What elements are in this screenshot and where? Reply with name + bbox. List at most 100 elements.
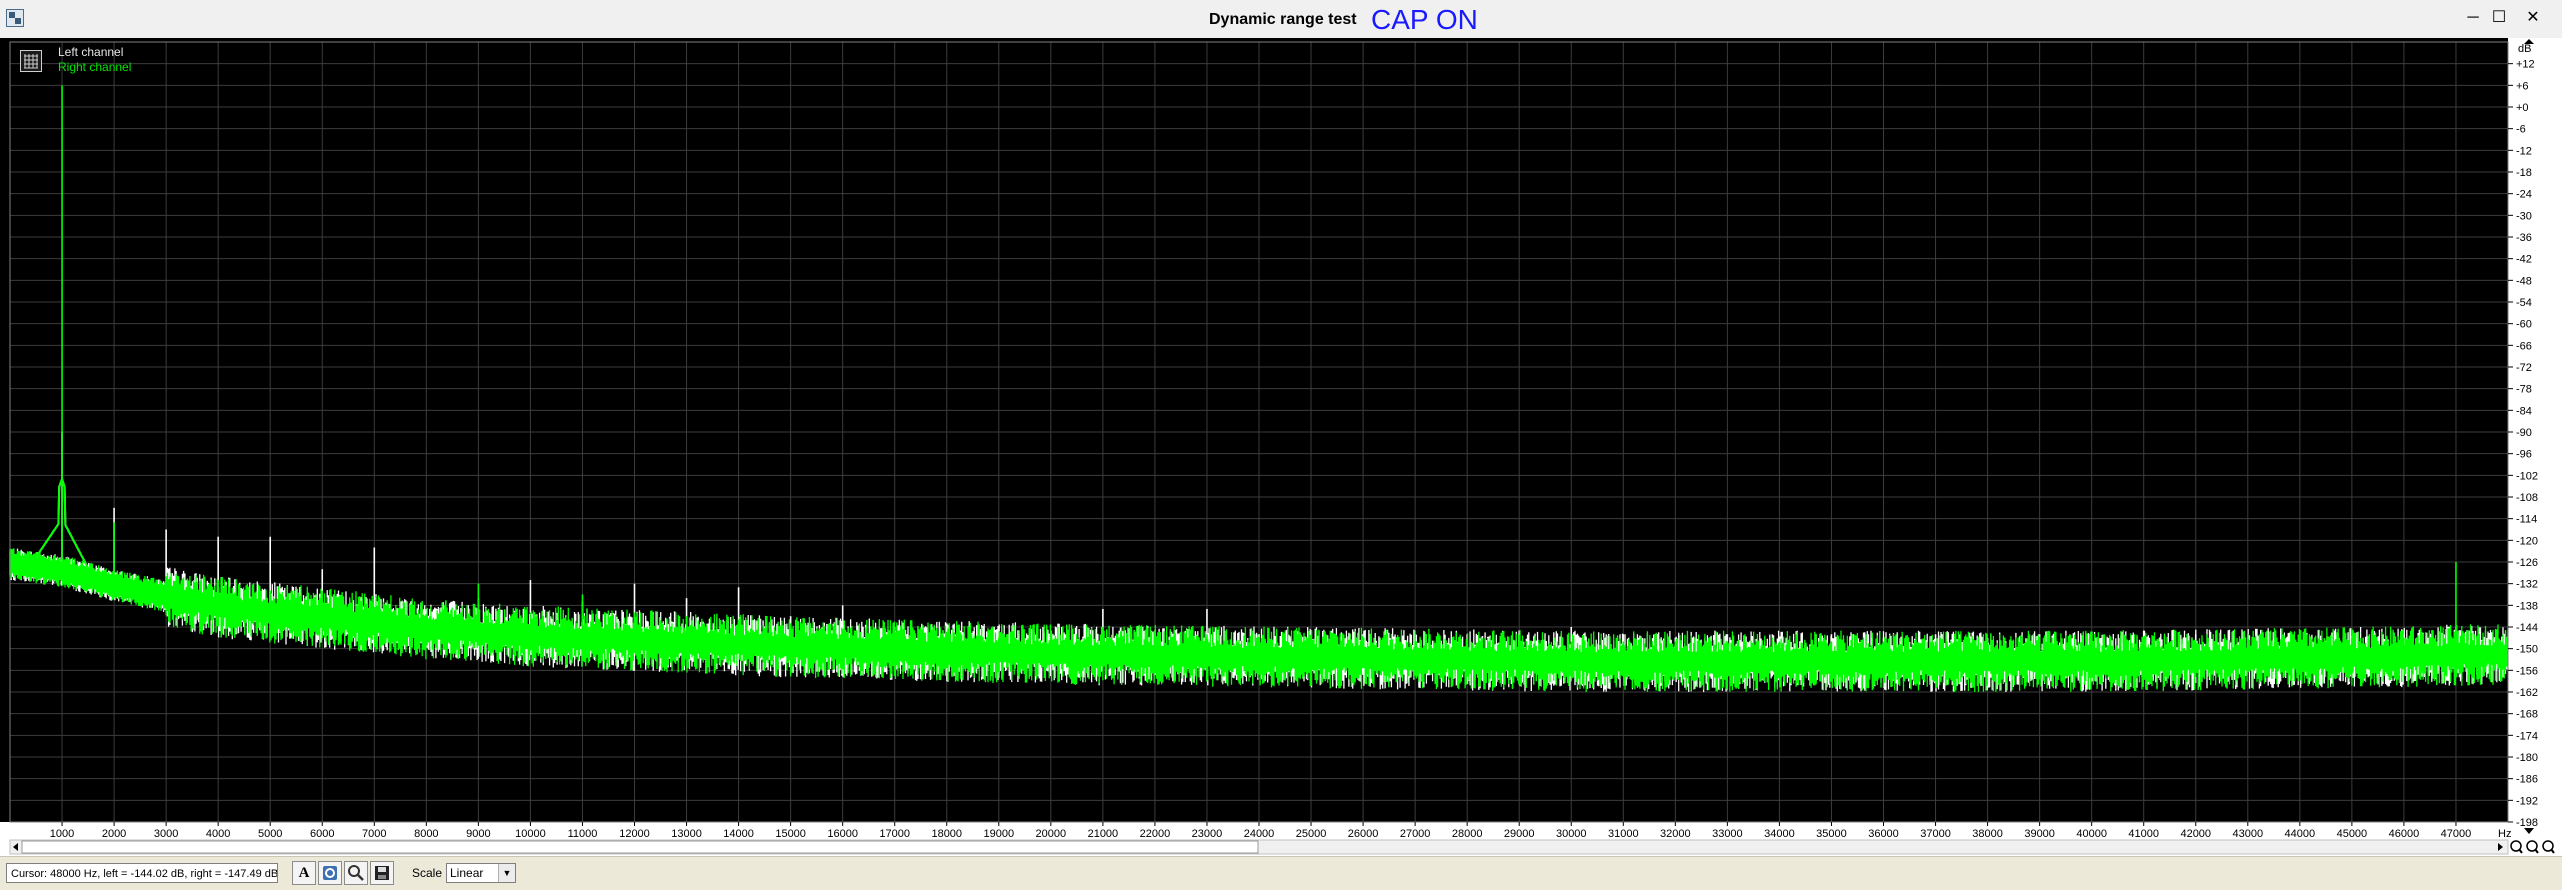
x-tick-label: 44000 xyxy=(2285,828,2316,840)
x-tick-label: 11000 xyxy=(568,828,598,840)
x-tick-label: 40000 xyxy=(2076,828,2107,840)
chevron-down-icon: ▼ xyxy=(498,864,515,882)
y-tick-label: -24 xyxy=(2516,189,2532,201)
x-tick-label: 30000 xyxy=(1556,828,1587,840)
x-tick-label: 28000 xyxy=(1452,828,1483,840)
x-tick-label: 7000 xyxy=(362,828,386,840)
y-tick-label: -18 xyxy=(2516,167,2532,179)
scrollbar-thumb xyxy=(21,840,1259,854)
y-tick-label: -198 xyxy=(2516,817,2538,829)
app-icon xyxy=(6,9,24,27)
y-tick-label: -180 xyxy=(2516,752,2538,764)
x-tick-label: 14000 xyxy=(723,828,754,840)
x-tick-label: 4000 xyxy=(206,828,230,840)
y-tick-label: -90 xyxy=(2516,427,2532,439)
y-tick-label: -144 xyxy=(2516,622,2538,634)
x-tick-label: 43000 xyxy=(2232,828,2263,840)
y-tick-label: -156 xyxy=(2516,665,2538,677)
y-unit-label: dB xyxy=(2518,43,2531,55)
magnifier-icon xyxy=(347,865,365,886)
x-tick-label: 21000 xyxy=(1088,828,1119,840)
x-tick-label: 26000 xyxy=(1348,828,1379,840)
x-tick-label: 10000 xyxy=(515,828,546,840)
y-tick-label: -150 xyxy=(2516,644,2538,656)
y-tick-label: -120 xyxy=(2516,535,2538,547)
maximize-button[interactable]: ☐ xyxy=(2486,6,2512,30)
x-tick-label: 18000 xyxy=(931,828,962,840)
x-tick-label: 23000 xyxy=(1192,828,1223,840)
legend-right-channel: Right channel xyxy=(58,60,132,74)
y-tick-label: -114 xyxy=(2516,514,2537,526)
y-tick-label: -102 xyxy=(2516,470,2538,482)
window-title: Dynamic range test xyxy=(1209,11,1357,28)
x-tick-label: 42000 xyxy=(2180,828,2211,840)
y-tick-label: -138 xyxy=(2516,600,2538,612)
x-tick-label: 6000 xyxy=(310,828,334,840)
x-tick-label: 33000 xyxy=(1712,828,1743,840)
x-tick-label: 46000 xyxy=(2389,828,2420,840)
y-tick-label: -60 xyxy=(2516,319,2532,331)
x-tick-label: 24000 xyxy=(1244,828,1275,840)
y-tick-label: -174 xyxy=(2516,730,2538,742)
x-tick-label: 35000 xyxy=(1816,828,1847,840)
x-tick-label: 39000 xyxy=(2024,828,2055,840)
y-tick-label: -30 xyxy=(2516,210,2532,222)
status-bar: Cursor: 48000 Hz, left = -144.02 dB, rig… xyxy=(0,856,2562,890)
y-tick-label: -78 xyxy=(2516,384,2532,396)
x-tick-label: 38000 xyxy=(1972,828,2003,840)
y-tick-label: -108 xyxy=(2516,492,2538,504)
y-tick-label: -168 xyxy=(2516,709,2538,721)
x-tick-label: 8000 xyxy=(414,828,438,840)
legend-grid-icon[interactable] xyxy=(20,50,42,72)
minimize-button[interactable]: ─ xyxy=(2460,6,2486,30)
x-tick-label: 12000 xyxy=(619,828,650,840)
x-tick-label: 45000 xyxy=(2337,828,2368,840)
title-bar: Dynamic range test CAP ON ─ ☐ ✕ xyxy=(0,0,2562,39)
x-tick-label: 37000 xyxy=(1920,828,1951,840)
x-tick-label: 47000 xyxy=(2441,828,2472,840)
y-tick-label: -126 xyxy=(2516,557,2538,569)
close-button[interactable]: ✕ xyxy=(2520,6,2546,30)
y-tick-label: -72 xyxy=(2516,362,2532,374)
spectrum-chart[interactable]: 1000 2000 3000 4000 5000 6000 7000 8000 9000 1000… xyxy=(0,38,2562,856)
y-tick-label: -132 xyxy=(2516,579,2538,591)
channel-settings-button[interactable] xyxy=(318,861,342,885)
y-tick-label: -66 xyxy=(2516,340,2532,352)
y-tick-label: -36 xyxy=(2516,232,2532,244)
x-tick-label: 17000 xyxy=(879,828,910,840)
y-tick-label: -54 xyxy=(2516,297,2532,309)
horizontal-scrollbar xyxy=(9,839,2555,855)
y-tick-label: +6 xyxy=(2516,80,2529,92)
x-unit-label: Hz xyxy=(2498,828,2511,840)
scale-value: Linear xyxy=(450,866,484,880)
y-tick-label: -12 xyxy=(2516,145,2532,157)
x-tick-label: 29000 xyxy=(1504,828,1535,840)
text-tool-button[interactable]: A xyxy=(292,861,316,885)
x-tick-label: 34000 xyxy=(1764,828,1795,840)
scale-select[interactable]: Linear ▼ xyxy=(446,863,516,883)
x-tick-label: 15000 xyxy=(775,828,806,840)
y-tick-label: -192 xyxy=(2516,795,2538,807)
y-tick-label: -6 xyxy=(2516,124,2526,136)
x-tick-label: 22000 xyxy=(1140,828,1171,840)
y-tick-label: -186 xyxy=(2516,774,2538,786)
y-tick-label: +0 xyxy=(2516,102,2529,114)
settings-icon xyxy=(321,866,339,886)
x-tick-label: 32000 xyxy=(1660,828,1691,840)
y-tick-label: -48 xyxy=(2516,275,2532,287)
save-button[interactable] xyxy=(370,861,394,885)
x-tick-label: 9000 xyxy=(466,828,490,840)
y-tick-label: -162 xyxy=(2516,687,2538,699)
y-tick-label: +12 xyxy=(2516,59,2535,71)
chart-axes xyxy=(0,38,2562,856)
x-tick-label: 3000 xyxy=(154,828,178,840)
save-icon xyxy=(373,866,391,886)
cursor-readout: Cursor: 48000 Hz, left = -144.02 dB, rig… xyxy=(6,863,278,883)
x-tick-label: 31000 xyxy=(1608,828,1639,840)
x-tick-label: 36000 xyxy=(1868,828,1899,840)
y-tick-label: -84 xyxy=(2516,405,2532,417)
x-tick-label: 19000 xyxy=(983,828,1014,840)
x-tick-label: 5000 xyxy=(258,828,282,840)
x-tick-label: 13000 xyxy=(671,828,702,840)
zoom-tool-button[interactable] xyxy=(344,861,368,885)
